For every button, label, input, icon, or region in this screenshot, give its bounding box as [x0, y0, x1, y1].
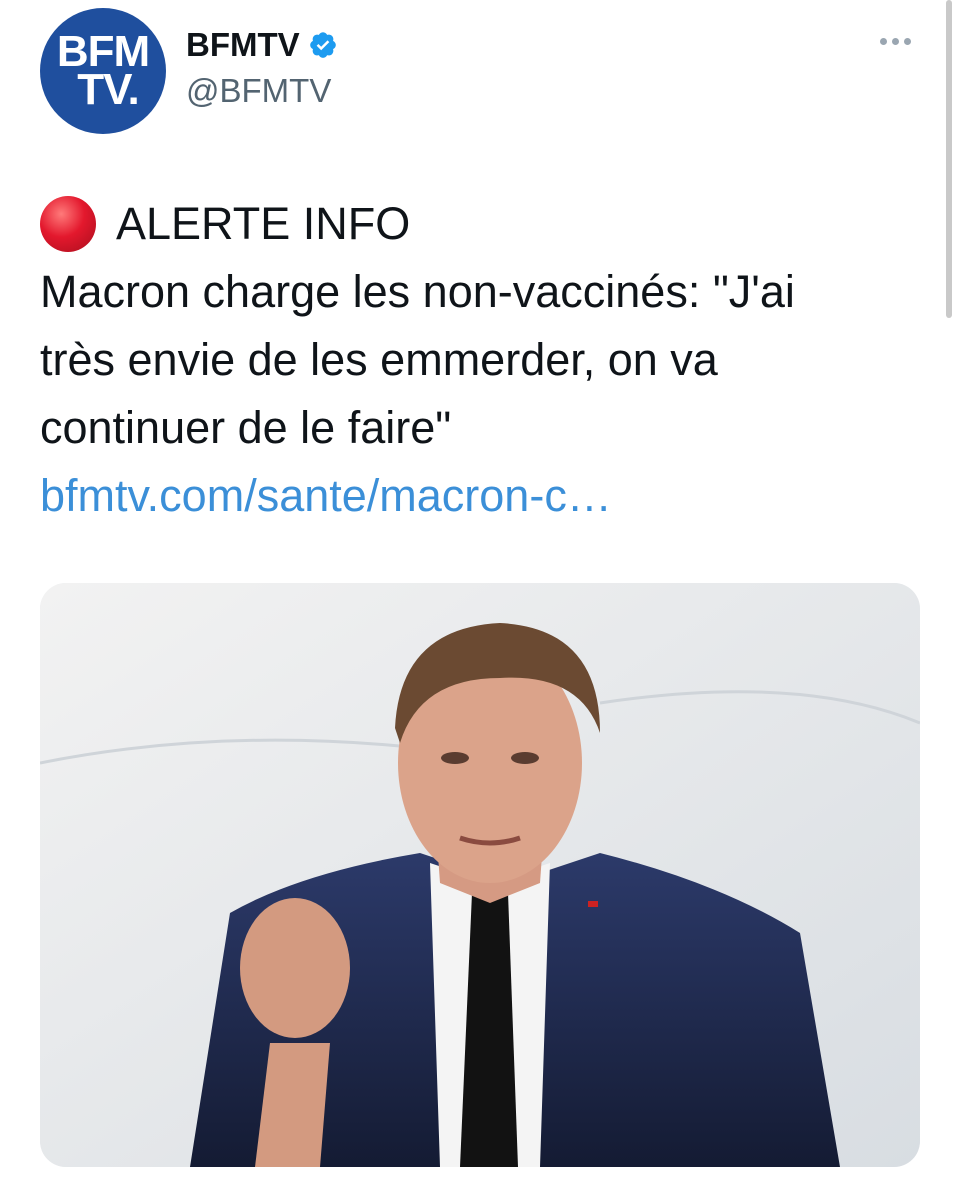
tweet-text-line: Macron charge les non-vaccinés: "J'ai	[40, 266, 795, 317]
more-dot	[880, 38, 887, 45]
tweet-text-line: très envie de les emmerder, on va	[40, 334, 718, 385]
photo-illustration	[40, 583, 920, 1167]
more-dot	[904, 38, 911, 45]
alert-label: ALERTE INFO	[116, 198, 411, 249]
handle[interactable]: @BFMTV	[186, 72, 331, 110]
tweet-text: ALERTE INFO Macron charge les non-vaccin…	[40, 190, 930, 530]
verified-badge-icon	[309, 32, 336, 58]
avatar[interactable]: BFM TV.	[40, 8, 166, 134]
article-link[interactable]: bfmtv.com/sante/macron-c…	[40, 462, 930, 530]
tweet-text-line: continuer de le faire"	[40, 402, 452, 453]
avatar-logo-line2: TV.	[77, 65, 139, 114]
more-options-icon[interactable]	[880, 38, 911, 45]
tweet-photo[interactable]	[40, 583, 920, 1167]
author-name-row[interactable]: BFMTV	[186, 26, 338, 64]
alert-line: ALERTE INFO	[40, 190, 930, 258]
display-name[interactable]: BFMTV	[186, 26, 300, 64]
red-circle-icon	[40, 196, 96, 252]
more-dot	[892, 38, 899, 45]
scrollbar[interactable]	[946, 0, 952, 318]
